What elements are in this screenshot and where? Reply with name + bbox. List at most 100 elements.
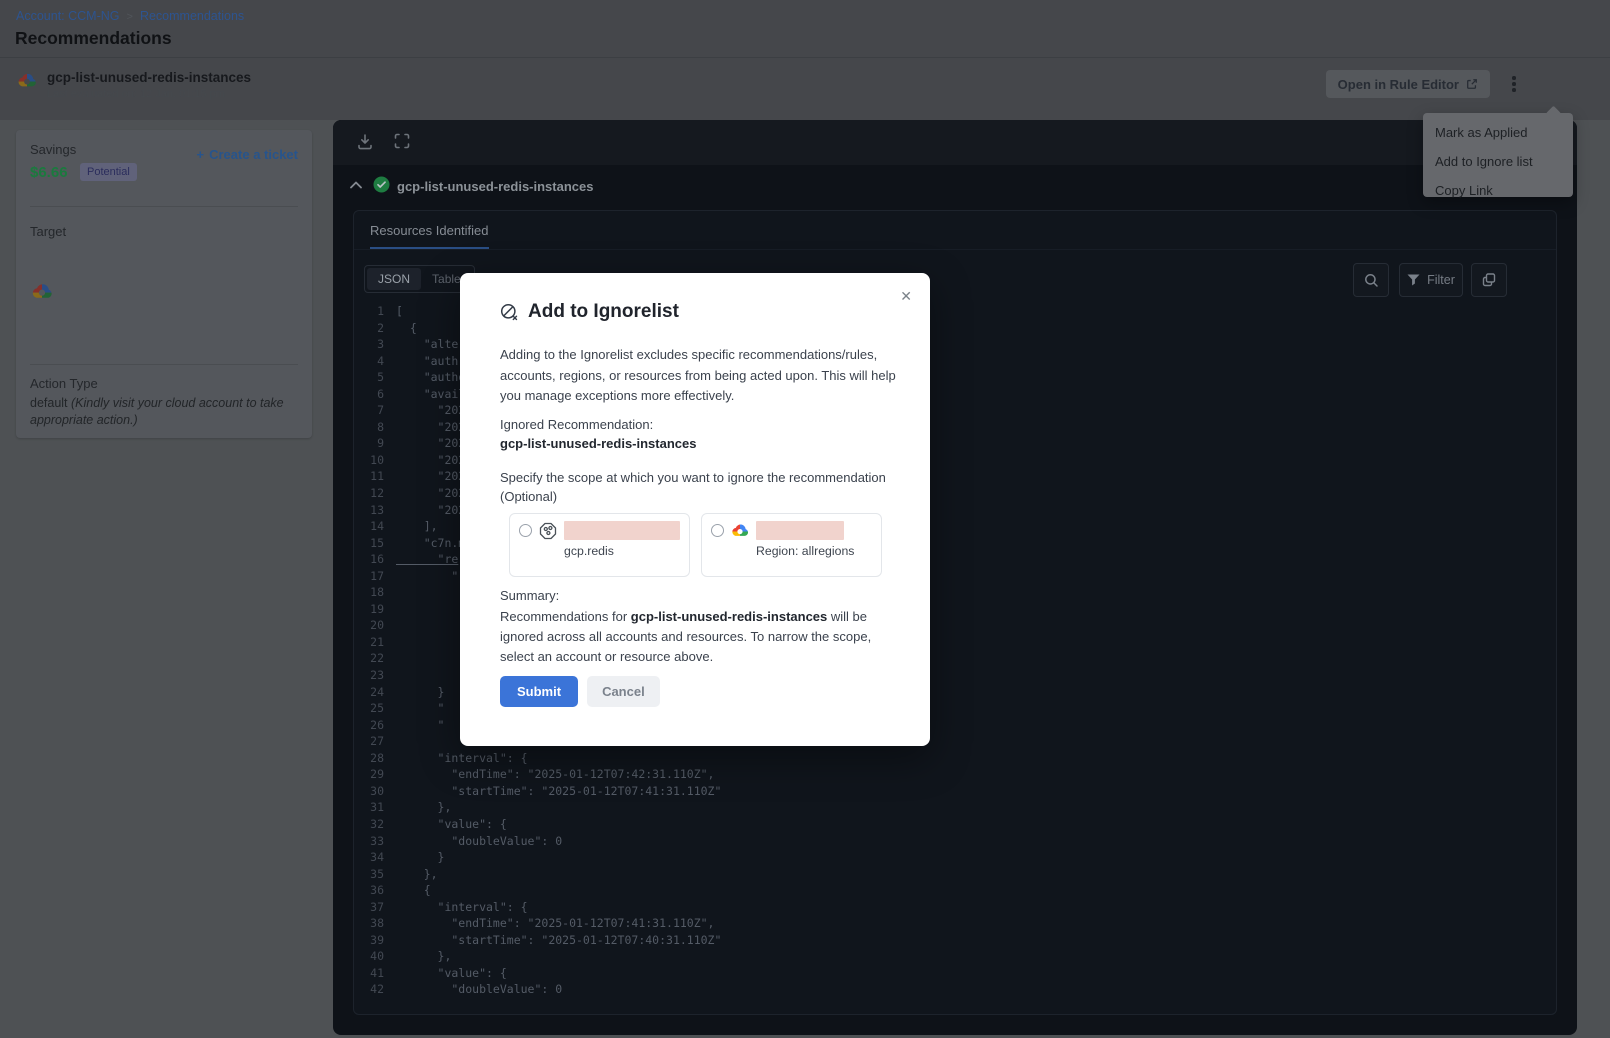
line-content: }, [396,866,438,883]
action-type-label: Action Type [30,376,98,391]
tab-resources-identified[interactable]: Resources Identified [370,223,489,249]
line-content: " [396,717,444,734]
open-in-rule-editor-label: Open in Rule Editor [1338,77,1459,92]
line-content: ], [396,518,438,535]
line-number: 14 [354,518,396,535]
line-number: 31 [354,799,396,816]
line-content: "doubleValue": 0 [396,981,562,995]
more-options-kebab-button[interactable] [1502,72,1526,96]
line-content: [ [396,303,403,320]
code-line: 37 "interval": { [354,899,1556,916]
line-content: "re [396,551,458,568]
divider [30,364,298,365]
results-toolbar [333,120,1577,165]
line-number: 28 [354,750,396,767]
add-to-ignorelist-modal: ✕ Add to Ignorelist Adding to the Ignore… [460,273,930,746]
line-content: "avail [396,386,465,403]
tab-strip: Resources Identified [354,211,1556,250]
breadcrumb-separator: > [127,11,133,23]
open-in-rule-editor-button[interactable]: Open in Rule Editor [1326,70,1490,98]
plus-icon: + [197,147,205,162]
line-content: "202 [396,402,465,419]
line-content: "doubleValue": 0 [396,833,562,850]
create-ticket-link[interactable]: + Create a ticket [197,147,298,162]
filter-label: Filter [1427,273,1455,287]
line-number: 25 [354,700,396,717]
divider [30,206,298,207]
radio-resource[interactable] [519,524,532,537]
gcp-cloud-icon [16,70,38,92]
line-number: 8 [354,419,396,436]
line-content: "endTime": "2025-01-12T07:42:31.110Z", [396,766,715,783]
line-number: 19 [354,601,396,618]
gcp-cloud-icon [730,521,750,541]
copy-icon [1481,272,1497,288]
modal-description: Adding to the Ignorelist excludes specif… [500,345,902,407]
line-number: 7 [354,402,396,419]
line-content: }, [396,948,451,965]
cancel-button[interactable]: Cancel [587,676,660,707]
line-number: 24 [354,684,396,701]
page-header: Account: CCM-NG > Recommendations Recommen… [0,0,1610,120]
line-content: "startTime": "2025-01-12T07:40:31.110Z" [396,932,721,949]
code-line: 40 }, [354,948,1556,965]
line-number: 1 [354,303,396,320]
line-content: { [396,882,431,899]
view-toggle: JSON Table [364,265,475,293]
ignore-icon [500,303,519,322]
menu-item-add-to-ignore-list[interactable]: Add to Ignore list [1423,147,1573,176]
line-number: 35 [354,866,396,883]
action-type-note: (Kindly visit your cloud account to take… [30,396,284,427]
menu-item-mark-as-applied[interactable]: Mark as Applied [1423,118,1573,147]
search-button[interactable] [1353,263,1389,297]
line-number: 42 [354,981,396,995]
line-number: 20 [354,617,396,634]
gcp-cloud-icon [30,280,54,304]
chevron-up-icon[interactable] [350,181,362,189]
line-number: 39 [354,932,396,949]
download-icon[interactable] [355,132,375,152]
recommendation-collapse-row[interactable]: gcp-list-unused-redis-instances [333,165,1577,210]
search-icon [1364,273,1379,288]
fullscreen-icon[interactable] [393,132,413,152]
filter-button[interactable]: Filter [1399,263,1463,297]
line-number: 2 [354,320,396,337]
savings-amount: $6.66 [30,164,68,181]
line-number: 41 [354,965,396,982]
line-number: 34 [354,849,396,866]
line-number: 38 [354,915,396,932]
line-number: 29 [354,766,396,783]
view-toggle-json[interactable]: JSON [367,268,421,290]
radio-region[interactable] [711,524,724,537]
code-line: 33 "doubleValue": 0 [354,833,1556,850]
scope-option-region[interactable]: Region: allregions [701,513,882,577]
line-content: "autho [396,369,465,386]
breadcrumb-account-link[interactable]: Account: CCM-NG [16,9,120,23]
page-title: Recommendations [15,28,172,49]
line-content: "interval": { [396,899,528,916]
recommendation-header: gcp-list-unused-redis-instances Last eva… [16,70,251,100]
line-content: }, [396,799,451,816]
scope-options: gcp.redis [509,513,902,577]
code-line: 29 "endTime": "2025-01-12T07:42:31.110Z"… [354,766,1556,783]
line-content: "startTime": "2025-01-12T07:41:31.110Z" [396,783,721,800]
menu-item-copy-link[interactable]: Copy Link [1423,176,1573,205]
line-number: 33 [354,833,396,850]
code-line: 32 "value": { [354,816,1556,833]
redacted-region-name [756,521,844,540]
breadcrumb-section-link[interactable]: Recommendations [140,9,244,23]
code-line: 42 "doubleValue": 0 [354,981,1556,995]
scope-option-resource[interactable]: gcp.redis [509,513,690,577]
line-content: } [396,849,444,866]
line-content: "202 [396,452,465,469]
close-icon[interactable]: ✕ [900,288,912,305]
line-content: "interval": { [396,750,528,767]
create-ticket-label: Create a ticket [209,147,298,162]
copy-button[interactable] [1471,263,1507,297]
code-line: 34 } [354,849,1556,866]
line-number: 30 [354,783,396,800]
success-check-icon [373,176,390,193]
submit-button[interactable]: Submit [500,676,578,707]
summary-recommendation-name: gcp-list-unused-redis-instances [631,609,827,624]
scope-option-resource-label: gcp.redis [564,544,680,558]
